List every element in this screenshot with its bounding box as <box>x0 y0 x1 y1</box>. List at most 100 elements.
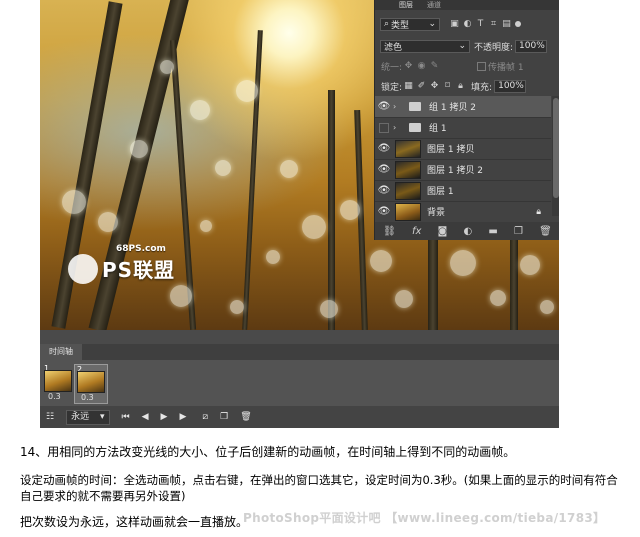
logo-url: 68PS.com <box>116 244 166 254</box>
fill-value: 100% <box>498 81 524 91</box>
animation-frame[interactable]: 1 0.3 <box>42 364 74 402</box>
new-layer-icon[interactable]: ❐ <box>514 226 523 237</box>
tab-layers[interactable]: 图层 <box>399 1 413 9</box>
frame-delay[interactable]: 0.3 <box>81 393 94 402</box>
layer-thumbnail <box>395 202 421 221</box>
delete-frame-icon[interactable]: 🗑︎ <box>240 412 251 422</box>
eye-icon[interactable]: 👁︎ <box>375 164 393 175</box>
lock-artboard-icon[interactable]: ⌑ <box>443 81 452 91</box>
eye-icon[interactable]: 👁︎ <box>375 206 393 217</box>
smart-object-filter-icon[interactable]: ▤ <box>502 19 511 29</box>
play-icon[interactable]: ▶︎ <box>161 412 168 422</box>
ps-league-logo: 68PS.com PS联盟 <box>68 244 178 292</box>
lock-position-icon[interactable]: ✥ <box>430 81 439 91</box>
propagate-checkbox[interactable] <box>477 61 487 71</box>
unify-visibility-icon[interactable]: ◉ <box>417 61 426 71</box>
propagate-label: 传播帧 1 <box>488 62 524 73</box>
layer-row[interactable]: 👁︎ › 组 1 拷贝 2 <box>375 96 551 118</box>
tab-channels[interactable]: 通道 <box>427 1 441 9</box>
layers-panel-footer: ⛓︎ fx ◙ ◐ ▬ ❐ 🗑︎ <box>375 222 559 240</box>
frame-thumbnail <box>44 370 72 392</box>
watermark: PhotoShop平面设计吧 【www.lineeg.com/tieba/178… <box>243 511 606 525</box>
chevron-right-icon[interactable]: › <box>393 102 401 111</box>
timing-note-text: 设定动画帧的时间：全选动画帧，点击右键，在弹出的窗口选其它，设定时间为0.3秒。… <box>20 473 618 503</box>
fx-icon[interactable]: fx <box>412 226 421 237</box>
lock-label: 锁定: <box>381 82 403 93</box>
loop-options-select[interactable]: 永远 ▾ <box>66 409 110 425</box>
layer-filter-select[interactable]: ⌕ 类型 ⌄ <box>380 17 440 31</box>
unify-label: 统一: <box>381 62 403 73</box>
layer-name: 图层 1 拷贝 2 <box>427 166 484 176</box>
eye-icon[interactable]: 👁︎ <box>375 185 393 196</box>
loop-option-value: 永远 <box>71 411 90 422</box>
type-filter-icon[interactable]: T <box>476 19 485 29</box>
trash-icon[interactable]: 🗑︎ <box>539 226 552 237</box>
opacity-input[interactable]: 100% <box>515 39 548 53</box>
layer-row[interactable]: 👁︎ 图层 1 拷贝 2 <box>375 159 551 181</box>
next-frame-icon[interactable]: ▶︎ <box>179 412 186 422</box>
photoshop-screenshot: 68PS.com PS联盟 图层 通道 ⌕ 类型 ⌄ ▣ ◐ T ⌗ ▤ 滤色 <box>40 0 559 428</box>
timeline-frames: 1 0.3 2 0.3 <box>40 360 559 406</box>
lock-image-icon[interactable]: ✐ <box>417 81 426 91</box>
blend-mode-select[interactable]: 滤色 ⌄ <box>380 39 470 53</box>
duplicate-frame-icon[interactable]: ❐ <box>220 412 228 422</box>
frame-thumbnail <box>77 371 105 393</box>
layer-row[interactable]: 👁︎ 图层 1 <box>375 180 551 202</box>
add-mask-icon[interactable]: ◙ <box>438 226 448 237</box>
layer-row[interactable]: 👁︎ 背景 🔒︎ <box>375 201 551 222</box>
animation-frame[interactable]: 2 0.3 <box>74 364 108 404</box>
shape-filter-icon[interactable]: ⌗ <box>489 19 498 29</box>
layers-panel-tabs: 图层 通道 <box>375 0 559 10</box>
chevron-down-icon: ⌄ <box>428 19 436 29</box>
image-filter-icon[interactable]: ▣ <box>450 19 459 29</box>
folder-icon <box>409 123 421 132</box>
logo-text: PS联盟 <box>102 258 176 282</box>
tween-icon[interactable]: ⧄ <box>202 412 208 422</box>
new-group-icon[interactable]: ▬ <box>488 226 497 237</box>
timeline-gap <box>40 330 559 344</box>
chevron-down-icon: ⌄ <box>458 41 466 51</box>
link-layers-icon[interactable]: ⛓︎ <box>383 226 396 237</box>
opacity-label: 不透明度: <box>474 42 514 53</box>
fill-input[interactable]: 100% <box>494 79 527 93</box>
layer-name: 组 1 <box>429 124 447 134</box>
layer-thumbnail <box>395 139 421 158</box>
layer-name: 图层 1 拷贝 <box>427 145 475 155</box>
layer-thumbnail <box>395 160 421 179</box>
layer-thumbnail <box>395 181 421 200</box>
layer-name: 组 1 拷贝 2 <box>429 103 477 113</box>
search-icon: ⌕ <box>384 19 390 29</box>
blend-mode-value: 滤色 <box>384 42 403 53</box>
filter-toggle-icon[interactable] <box>515 21 521 27</box>
tab-timeline[interactable]: 时间轴 <box>40 344 82 360</box>
lock-all-icon[interactable]: 🔒︎ <box>456 81 465 91</box>
adjustment-layer-icon[interactable]: ◐ <box>463 226 472 237</box>
layers-panel: 图层 通道 ⌕ 类型 ⌄ ▣ ◐ T ⌗ ▤ 滤色 ⌄ 不透明度: 100% 统… <box>374 0 559 240</box>
filter-label: 类型 <box>391 20 410 31</box>
lock-transparent-icon[interactable]: ▦ <box>404 81 413 91</box>
lock-icon: 🔒︎ <box>536 206 541 217</box>
frame-delay[interactable]: 0.3 <box>48 392 61 401</box>
folder-icon <box>409 102 421 111</box>
layer-name: 背景 <box>427 208 446 218</box>
fill-label: 填充: <box>471 82 493 93</box>
layer-name: 图层 1 <box>427 187 454 197</box>
first-frame-icon[interactable]: ⏮︎ <box>122 412 130 422</box>
convert-timeline-icon[interactable]: ☷ <box>46 412 54 422</box>
chevron-down-icon: ▾ <box>99 411 105 422</box>
layers-scrollbar[interactable] <box>552 96 559 216</box>
chevron-right-icon[interactable]: › <box>393 123 401 132</box>
visibility-toggle[interactable] <box>379 122 389 133</box>
timeline-controls: ☷ 永远 ▾ ⏮︎ ◀︎ ▶︎ ▶︎ ⧄ ❐ 🗑︎ <box>40 406 559 428</box>
eye-icon[interactable]: 👁︎ <box>375 143 393 154</box>
previous-frame-icon[interactable]: ◀︎ <box>142 412 149 422</box>
opacity-value: 100% <box>519 41 545 51</box>
step-14-text: 14、用相同的方法改变光线的大小、位子后创建新的动画帧，在时间轴上得到不同的动画… <box>20 445 516 459</box>
layer-row[interactable]: › 组 1 <box>375 117 551 139</box>
timeline-tabbar: 时间轴 <box>40 344 559 360</box>
adjustment-filter-icon[interactable]: ◐ <box>463 19 472 29</box>
unify-style-icon[interactable]: ✎ <box>430 61 439 71</box>
eye-icon[interactable]: 👁︎ <box>375 101 393 112</box>
unify-position-icon[interactable]: ✥ <box>404 61 413 71</box>
layer-row[interactable]: 👁︎ 图层 1 拷贝 <box>375 138 551 160</box>
